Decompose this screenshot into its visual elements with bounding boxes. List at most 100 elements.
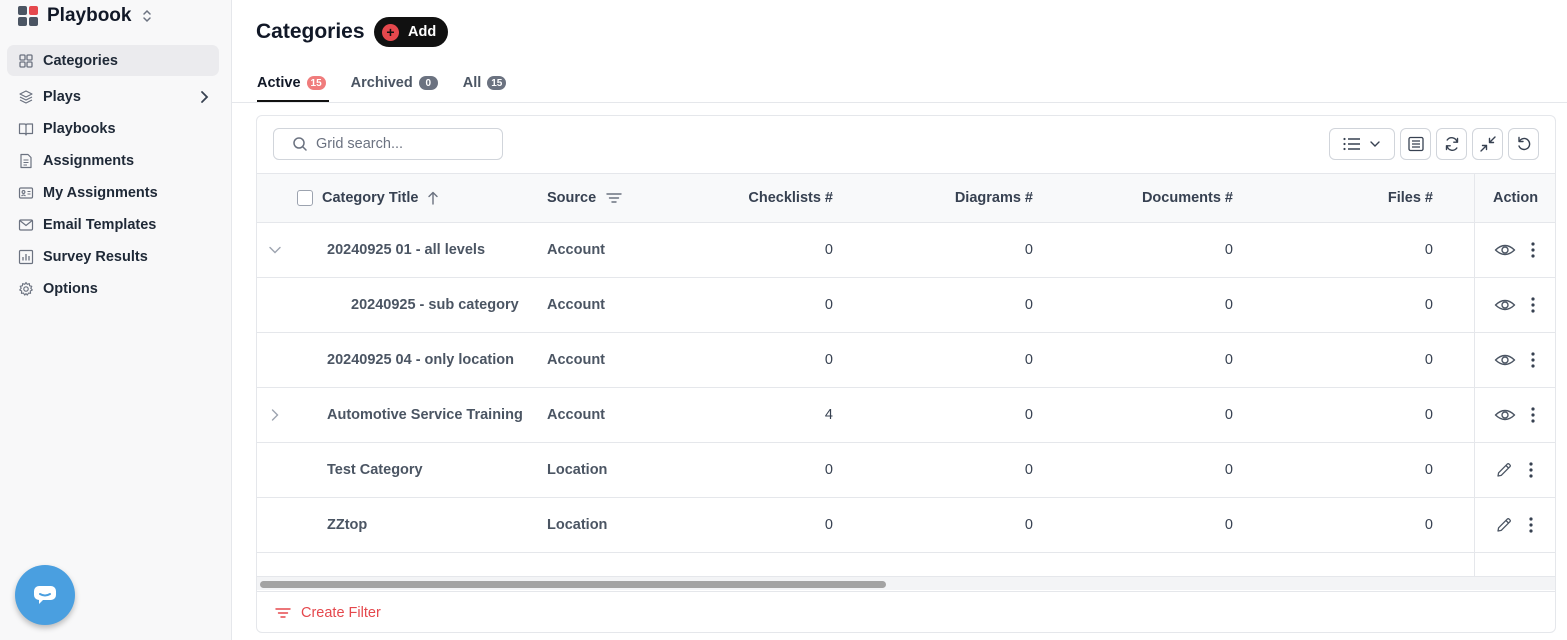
tab-all[interactable]: All 15 xyxy=(463,72,507,94)
sidebar-item-email-templates[interactable]: Email Templates xyxy=(7,209,219,241)
table-row[interactable]: 20240925 - sub category Account 0 0 0 0 xyxy=(257,278,1555,333)
grid-search[interactable] xyxy=(273,128,503,160)
gear-icon xyxy=(18,281,34,297)
source-cell: Account xyxy=(547,242,605,258)
category-title-cell[interactable]: Test Category xyxy=(327,443,423,497)
search-input[interactable] xyxy=(316,136,496,152)
chat-bubble-icon xyxy=(34,586,56,604)
create-filter-label: Create Filter xyxy=(301,605,381,621)
edit-pencil-icon[interactable] xyxy=(1495,443,1513,497)
chevron-down-icon[interactable] xyxy=(265,240,285,260)
column-header-documents[interactable]: Documents # xyxy=(1133,174,1233,222)
checklists-count-cell: 0 xyxy=(824,462,833,478)
view-icon[interactable] xyxy=(1494,388,1516,442)
refresh-button[interactable] xyxy=(1436,128,1467,160)
more-options-icon[interactable] xyxy=(1530,278,1536,332)
horizontal-scrollbar[interactable] xyxy=(257,576,1555,590)
category-title-cell[interactable]: 20240925 01 - all levels xyxy=(327,223,485,277)
diagrams-count-cell: 0 xyxy=(1024,352,1033,368)
reset-button[interactable] xyxy=(1508,128,1539,160)
status-tabs: Active 15 Archived 0 All 15 xyxy=(257,72,531,94)
view-icon[interactable] xyxy=(1494,278,1516,332)
table-row[interactable]: 20240925 01 - all levels Account 0 0 0 0 xyxy=(257,223,1555,278)
tab-archived[interactable]: Archived 0 xyxy=(351,72,438,94)
table-settings-icon xyxy=(1407,136,1424,152)
filter-lines-icon xyxy=(275,608,291,618)
tab-label: Archived xyxy=(350,75,413,91)
checklists-count-cell: 4 xyxy=(824,407,833,423)
table-row[interactable]: Automotive Service Training Account 4 0 0 0 xyxy=(257,388,1555,443)
source-cell: Location xyxy=(547,462,608,478)
add-button-label: Add xyxy=(408,24,437,40)
column-header-files[interactable]: Files # xyxy=(1333,174,1433,222)
filter-lines-icon xyxy=(606,193,622,203)
column-header-category-title[interactable]: Category Title xyxy=(322,174,440,222)
mail-icon xyxy=(18,217,34,233)
edit-pencil-icon[interactable] xyxy=(1495,498,1513,552)
bar-chart-icon xyxy=(18,249,34,265)
documents-count-cell: 0 xyxy=(1224,242,1233,258)
sidebar-item-playbooks[interactable]: Playbooks xyxy=(7,113,219,145)
more-options-icon[interactable] xyxy=(1530,223,1536,277)
category-title-cell[interactable]: 20240925 04 - only location xyxy=(327,333,514,387)
chevron-up-down-icon xyxy=(143,9,152,23)
sidebar-item-my-assignments[interactable]: My Assignments xyxy=(7,177,219,209)
count-badge: 15 xyxy=(306,76,326,90)
minimize-arrows-icon xyxy=(1479,136,1496,152)
select-all-checkbox[interactable] xyxy=(297,190,313,206)
sidebar-nav: Categories Plays Playbooks Assignments M… xyxy=(7,45,219,305)
sidebar-item-label: Assignments xyxy=(43,153,135,169)
sidebar-item-categories[interactable]: Categories xyxy=(7,45,219,76)
files-count-cell: 0 xyxy=(1424,242,1433,258)
action-column-divider xyxy=(1474,173,1475,576)
sidebar-item-label: Categories xyxy=(43,52,118,69)
source-cell: Account xyxy=(547,297,605,313)
diagrams-count-cell: 0 xyxy=(1024,462,1033,478)
sort-ascending-icon xyxy=(428,191,439,205)
chevron-right-icon[interactable] xyxy=(199,90,209,104)
category-title-cell[interactable]: Automotive Service Training xyxy=(327,388,523,442)
sidebar-item-survey-results[interactable]: Survey Results xyxy=(7,241,219,273)
diagrams-count-cell: 0 xyxy=(1024,407,1033,423)
sidebar-item-options[interactable]: Options xyxy=(7,273,219,305)
column-header-diagrams[interactable]: Diagrams # xyxy=(933,174,1033,222)
scrollbar-thumb[interactable] xyxy=(260,581,886,588)
sidebar-item-label: Survey Results xyxy=(43,249,148,265)
column-header-action: Action xyxy=(1493,190,1539,206)
view-icon[interactable] xyxy=(1494,223,1516,277)
add-category-button[interactable]: + Add xyxy=(374,17,448,47)
documents-count-cell: 0 xyxy=(1224,462,1233,478)
app-switcher[interactable]: Playbook xyxy=(18,4,153,28)
create-filter-button[interactable]: Create Filter xyxy=(257,591,1555,632)
sidebar-item-assignments[interactable]: Assignments xyxy=(7,145,219,177)
table-row[interactable]: ZZtop Location 0 0 0 0 xyxy=(257,498,1555,553)
more-options-icon[interactable] xyxy=(1530,333,1536,387)
app-name: Playbook xyxy=(47,5,132,26)
tab-label: All xyxy=(462,75,482,91)
view-options-dropdown[interactable] xyxy=(1329,128,1395,160)
table-row[interactable]: 20240925 04 - only location Account 0 0 0 0 xyxy=(257,333,1555,388)
sidebar-item-label: Email Templates xyxy=(43,217,157,233)
files-count-cell: 0 xyxy=(1424,352,1433,368)
tab-active[interactable]: Active 15 xyxy=(257,72,326,94)
more-options-icon[interactable] xyxy=(1528,443,1534,497)
checklists-count-cell: 0 xyxy=(824,352,833,368)
columns-toggle-button[interactable] xyxy=(1400,128,1431,160)
column-label: Source xyxy=(547,190,597,206)
view-icon[interactable] xyxy=(1494,333,1516,387)
chevron-right-icon[interactable] xyxy=(265,405,285,425)
more-options-icon[interactable] xyxy=(1530,388,1536,442)
column-header-source[interactable]: Source xyxy=(547,174,622,222)
table-row[interactable]: Test Category Location 0 0 0 0 xyxy=(257,443,1555,498)
sidebar-item-plays[interactable]: Plays xyxy=(7,81,219,113)
chat-widget-button[interactable] xyxy=(15,565,75,625)
checklists-count-cell: 0 xyxy=(824,297,833,313)
collapse-button[interactable] xyxy=(1472,128,1503,160)
category-title-cell[interactable]: 20240925 - sub category xyxy=(351,278,519,332)
category-title-cell[interactable]: ZZtop xyxy=(327,498,367,552)
column-header-checklists[interactable]: Checklists # xyxy=(733,174,833,222)
more-options-icon[interactable] xyxy=(1528,498,1534,552)
app-logo-icon xyxy=(18,6,38,26)
categories-grid: Category Title Source Checklists # Diagr… xyxy=(256,115,1556,633)
sidebar-item-label: Playbooks xyxy=(43,121,116,137)
